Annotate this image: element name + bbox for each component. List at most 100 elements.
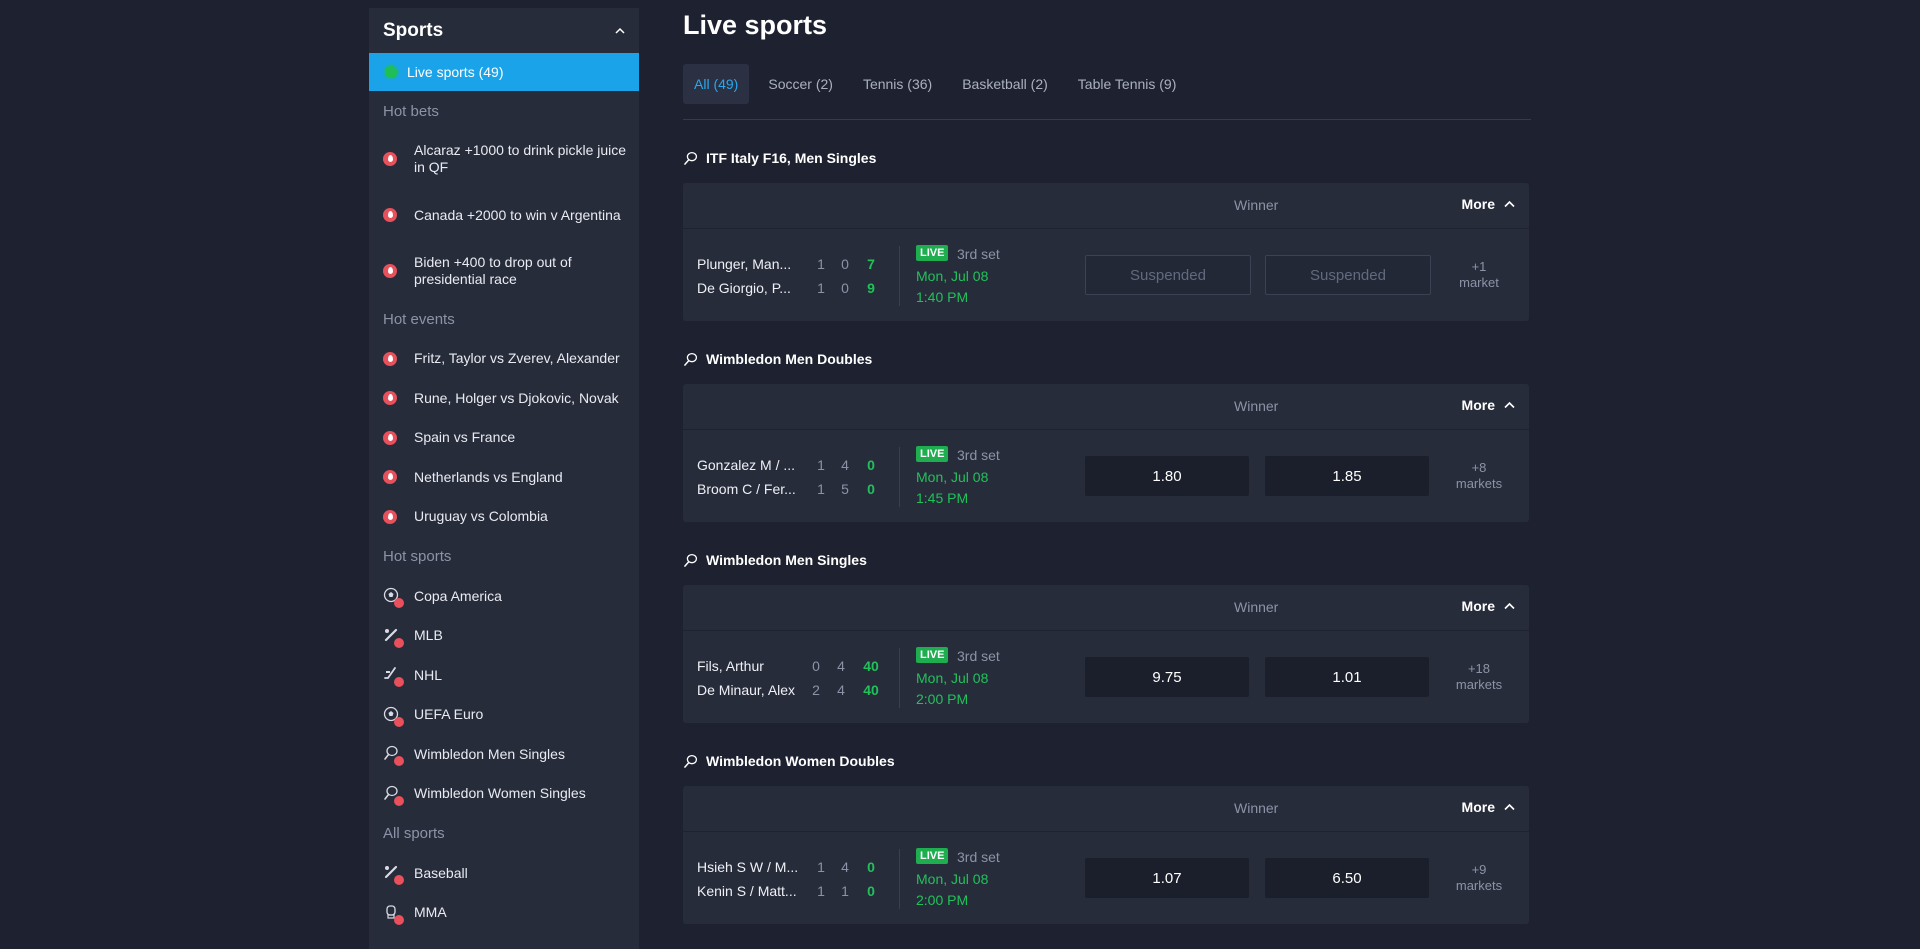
hot-event-label: Netherlands vs England: [414, 468, 563, 485]
sidebar-header[interactable]: Sports: [369, 8, 639, 53]
match-card: Winner More Gonzalez M / ... Broom C / F…: [683, 384, 1529, 522]
fire-icon: [383, 264, 397, 278]
hot-sport-item[interactable]: UEFA Euro: [369, 695, 639, 735]
more-button[interactable]: More: [1462, 397, 1515, 413]
hot-event-label: Spain vs France: [414, 429, 516, 446]
team-1-name: Plunger, Man...: [697, 256, 792, 272]
chevron-up-icon[interactable]: [615, 26, 625, 36]
more-markets-link[interactable]: +1 market: [1443, 259, 1515, 291]
match-date: Mon, Jul 08: [916, 469, 989, 485]
winner-label: Winner: [1234, 398, 1279, 414]
league-section: Wimbledon Men Doubles Winner More Gonzal…: [683, 349, 1531, 522]
fire-icon: [383, 509, 397, 524]
score-current: 40: [863, 682, 879, 698]
odds-button-suspended[interactable]: Suspended: [1265, 255, 1431, 295]
more-button[interactable]: More: [1462, 196, 1515, 212]
odds-button[interactable]: 1.07: [1085, 858, 1249, 898]
more-markets-link[interactable]: +9 markets: [1443, 862, 1515, 894]
tab-tennis[interactable]: Tennis (36): [852, 64, 943, 104]
match-card: Winner More Hsieh S W / M... Kenin S / M…: [683, 786, 1529, 924]
match-row[interactable]: Fils, Arthur De Minaur, Alex 0 4 40 2 4 …: [683, 631, 1529, 723]
league-title[interactable]: ITF Italy F16, Men Singles: [683, 148, 1531, 168]
league-title[interactable]: Wimbledon Women Doubles: [683, 751, 1531, 771]
league-section: ITF Italy F16, Men Singles Winner More P…: [683, 148, 1531, 321]
hot-sport-label: Wimbledon Women Singles: [414, 785, 586, 802]
hot-sport-label: NHL: [414, 666, 443, 683]
match-date: Mon, Jul 08: [916, 871, 989, 887]
team-2-name: Broom C / Fer...: [697, 481, 796, 497]
match-row[interactable]: Hsieh S W / M... Kenin S / Matt... 1 4 0…: [683, 832, 1529, 924]
score: 0: [841, 256, 849, 272]
more-markets-link[interactable]: +18 markets: [1443, 661, 1515, 693]
fire-icon: [383, 351, 397, 366]
tennis-racket-icon: [684, 754, 698, 768]
tab-soccer[interactable]: Soccer (2): [757, 64, 844, 104]
tab-table-tennis[interactable]: Table Tennis (9): [1067, 64, 1188, 104]
hot-sport-item[interactable]: MLB: [369, 616, 639, 656]
hot-sport-item[interactable]: Wimbledon Men Singles: [369, 735, 639, 775]
score: 4: [837, 682, 845, 698]
hot-event-item[interactable]: Spain vs France: [369, 418, 639, 458]
baseball-bat-icon: [383, 627, 404, 648]
sport-tabs: All (49) Soccer (2) Tennis (36) Basketba…: [683, 64, 1195, 104]
league-title[interactable]: Wimbledon Men Doubles: [683, 349, 1531, 369]
hot-event-item[interactable]: Netherlands vs England: [369, 458, 639, 498]
more-label: More: [1461, 598, 1495, 614]
odds-button[interactable]: 1.01: [1265, 657, 1429, 697]
sports-sidebar: Sports Live sports (49) Hot bets Alcaraz…: [369, 8, 639, 949]
score: 4: [841, 859, 849, 875]
odds-button[interactable]: 1.80: [1085, 456, 1249, 496]
more-button[interactable]: More: [1462, 799, 1515, 815]
all-sport-item[interactable]: Baseball: [369, 854, 639, 894]
score-current: 40: [863, 658, 879, 674]
score-current: 0: [867, 481, 875, 497]
odds-button-suspended[interactable]: Suspended: [1085, 255, 1251, 295]
card-header: Winner More: [683, 384, 1529, 430]
fire-icon: [383, 470, 397, 485]
score: 0: [841, 280, 849, 296]
hot-sport-item[interactable]: NHL: [369, 656, 639, 696]
hot-bet-label: Alcaraz +1000 to drink pickle juice in Q…: [414, 142, 627, 175]
match-row[interactable]: Plunger, Man... De Giorgio, P... 1 0 7 1…: [683, 229, 1529, 321]
markets-count: +9: [1471, 862, 1487, 877]
divider: [899, 447, 900, 507]
set-label: 3rd set: [957, 447, 1000, 463]
more-label: More: [1461, 196, 1495, 212]
hot-sport-item[interactable]: Wimbledon Women Singles: [369, 774, 639, 814]
sidebar-item-live-sports[interactable]: Live sports (49): [369, 53, 639, 91]
hot-bet-item[interactable]: Canada +2000 to win v Argentina: [369, 187, 639, 243]
odds-button[interactable]: 1.85: [1265, 456, 1429, 496]
score: 1: [817, 457, 825, 473]
match-row[interactable]: Gonzalez M / ... Broom C / Fer... 1 4 0 …: [683, 430, 1529, 522]
hot-bet-item[interactable]: Biden +400 to drop out of presidential r…: [369, 243, 639, 299]
hot-event-item[interactable]: Uruguay vs Colombia: [369, 497, 639, 537]
chevron-up-icon: [1504, 200, 1515, 208]
hot-sport-item[interactable]: Copa America: [369, 577, 639, 617]
markets-label: markets: [1455, 878, 1503, 893]
card-header: Winner More: [683, 786, 1529, 832]
more-button[interactable]: More: [1462, 598, 1515, 614]
tennis-racket-icon: [684, 553, 698, 567]
tab-basketball[interactable]: Basketball (2): [951, 64, 1059, 104]
live-badge: LIVE: [916, 848, 949, 864]
league-title[interactable]: Wimbledon Men Singles: [683, 550, 1531, 570]
markets-label: markets: [1455, 677, 1503, 692]
divider: [899, 648, 900, 708]
hot-event-label: Fritz, Taylor vs Zverev, Alexander: [414, 350, 620, 367]
score: 1: [817, 256, 825, 272]
hockey-stick-icon: [383, 666, 404, 688]
hot-event-item[interactable]: Fritz, Taylor vs Zverev, Alexander: [369, 339, 639, 379]
chevron-up-icon: [1504, 401, 1515, 409]
card-header: Winner More: [683, 585, 1529, 631]
odds-button[interactable]: 9.75: [1085, 657, 1249, 697]
all-sport-item[interactable]: MMA: [369, 893, 639, 933]
markets-label: markets: [1455, 476, 1503, 491]
score: 1: [841, 883, 849, 899]
tab-all[interactable]: All (49): [683, 64, 750, 104]
hot-event-item[interactable]: Rune, Holger vs Djokovic, Novak: [369, 379, 639, 419]
winner-label: Winner: [1234, 197, 1279, 213]
hot-bet-item[interactable]: Alcaraz +1000 to drink pickle juice in Q…: [369, 131, 639, 187]
all-sport-label: MMA: [414, 904, 447, 921]
more-markets-link[interactable]: +8 markets: [1443, 460, 1515, 492]
odds-button[interactable]: 6.50: [1265, 858, 1429, 898]
